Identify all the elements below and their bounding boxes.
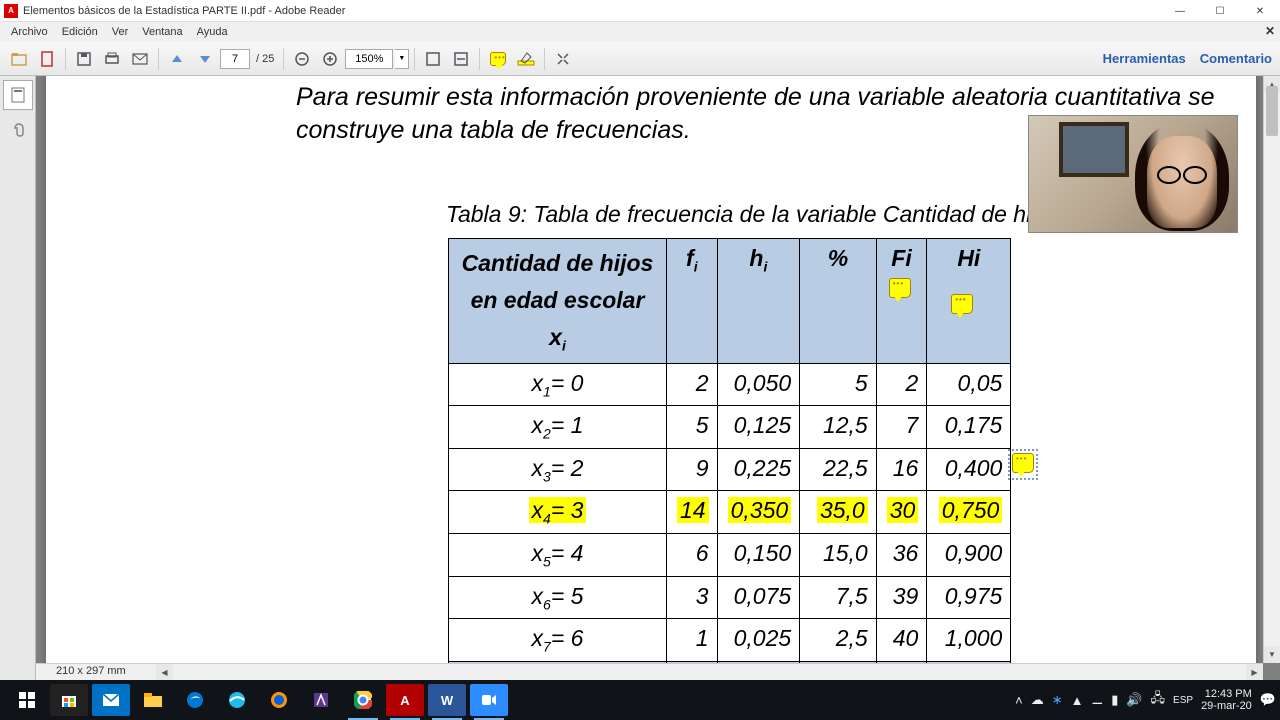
- tray-up-icon[interactable]: ˄: [1015, 693, 1023, 708]
- zoom-level[interactable]: 150%: [345, 49, 393, 69]
- page-dimensions: 210 x 297 mm: [56, 665, 126, 677]
- fit-width-icon[interactable]: [448, 46, 474, 72]
- vertical-scrollbar[interactable]: ▲ ▼: [1263, 76, 1280, 663]
- explorer-icon[interactable]: [134, 684, 172, 716]
- margin-sticky-note[interactable]: [1008, 449, 1038, 480]
- header-Hi: Hi: [927, 239, 1011, 364]
- table-row: x6= 530,0757,5390,975: [449, 576, 1011, 619]
- table-row: x1= 020,050520,05: [449, 363, 1011, 406]
- chrome-icon[interactable]: [344, 684, 382, 716]
- export-pdf-icon[interactable]: [34, 46, 60, 72]
- page-up-icon[interactable]: [164, 46, 190, 72]
- horizontal-scrollbar[interactable]: 210 x 297 mm ◀ ▶: [36, 663, 1263, 680]
- windows-taskbar: A W ˄ ☁ ∗ ▲ ⚊ ▮ 🔊 🖧 ESP 12:43 PM 29-mar-…: [0, 680, 1280, 720]
- volume-icon[interactable]: 🔊: [1126, 692, 1142, 708]
- attachments-icon[interactable]: [3, 114, 33, 144]
- header-xi: Cantidad de hijos en edad escolar xi: [449, 239, 667, 364]
- system-tray: ˄ ☁ ∗ ▲ ⚊ ▮ 🔊 🖧 ESP 12:43 PM 29-mar-20 💬: [1015, 688, 1276, 712]
- window-title: Elementos básicos de la Estadística PART…: [23, 5, 345, 17]
- zoom-in-icon[interactable]: [317, 46, 343, 72]
- open-icon[interactable]: [6, 46, 32, 72]
- fit-window-icon[interactable]: [420, 46, 446, 72]
- maximize-button[interactable]: ☐: [1200, 0, 1240, 22]
- email-icon[interactable]: [127, 46, 153, 72]
- menu-ayuda[interactable]: Ayuda: [190, 24, 235, 40]
- menu-ver[interactable]: Ver: [105, 24, 136, 40]
- network-icon[interactable]: 🖧: [1151, 689, 1166, 711]
- menu-bar: Archivo Edición Ver Ventana Ayuda ✕: [0, 22, 1280, 42]
- mail-icon[interactable]: [92, 684, 130, 716]
- language-indicator[interactable]: ESP: [1173, 695, 1193, 706]
- save-icon[interactable]: [71, 46, 97, 72]
- firefox-icon[interactable]: [260, 684, 298, 716]
- zoom-dropdown-icon[interactable]: ▼: [395, 49, 409, 69]
- toolbar-separator: [283, 48, 284, 70]
- header-pct: %: [800, 239, 877, 364]
- pdf-page: Para resumir esta información provenient…: [46, 76, 1256, 680]
- menu-edicion[interactable]: Edición: [55, 24, 105, 40]
- comment-link[interactable]: Comentario: [1200, 51, 1272, 66]
- page-number-input[interactable]: [220, 49, 250, 69]
- table-row: x4= 3140,35035,0300,750: [449, 491, 1011, 534]
- store-icon[interactable]: [50, 684, 88, 716]
- highlight-icon[interactable]: [513, 46, 539, 72]
- onedrive-icon[interactable]: ☁: [1031, 692, 1044, 708]
- window-controls: — ☐ ✕: [1160, 0, 1280, 22]
- toolbar-separator: [65, 48, 66, 70]
- table-row: x2= 150,12512,570,175: [449, 406, 1011, 449]
- sticky-note-icon[interactable]: [951, 294, 973, 314]
- table-row: x7= 610,0252,5401,000: [449, 619, 1011, 662]
- minimize-button[interactable]: —: [1160, 0, 1200, 22]
- comment-icon[interactable]: [485, 46, 511, 72]
- close-doc-button[interactable]: ✕: [1265, 24, 1275, 38]
- toolbar: / 25 150% ▼ Herramientas Comentario: [0, 42, 1280, 76]
- read-mode-icon[interactable]: [550, 46, 576, 72]
- zoom-out-icon[interactable]: [289, 46, 315, 72]
- battery-icon[interactable]: ▮: [1111, 692, 1118, 708]
- header-fi: fi: [667, 239, 718, 364]
- security-icon[interactable]: ▲: [1071, 693, 1084, 708]
- zoom-app-icon[interactable]: [470, 684, 508, 716]
- header-hi: hi: [717, 239, 800, 364]
- menu-ventana[interactable]: Ventana: [135, 24, 189, 40]
- window-titlebar: A Elementos básicos de la Estadística PA…: [0, 0, 1280, 22]
- toolbar-separator: [414, 48, 415, 70]
- thumbnails-icon[interactable]: [3, 80, 33, 110]
- document-area: Para resumir esta información provenient…: [36, 76, 1280, 680]
- right-tool-links: Herramientas Comentario: [1103, 51, 1272, 66]
- adobe-reader-taskbar-icon[interactable]: A: [386, 684, 424, 716]
- start-button[interactable]: [8, 684, 46, 716]
- frequency-table: Cantidad de hijos en edad escolar xi fi …: [448, 238, 1011, 680]
- page-down-icon[interactable]: [192, 46, 218, 72]
- ie-icon[interactable]: [218, 684, 256, 716]
- wifi-icon[interactable]: ⚊: [1092, 692, 1104, 708]
- webcam-overlay: [1028, 115, 1238, 233]
- print-icon[interactable]: [99, 46, 125, 72]
- menu-archivo[interactable]: Archivo: [4, 24, 55, 40]
- toolbar-separator: [158, 48, 159, 70]
- table-row: x5= 460,15015,0360,900: [449, 533, 1011, 576]
- side-panel: [0, 76, 36, 680]
- edge-icon[interactable]: [176, 684, 214, 716]
- page-total-label: / 25: [256, 53, 274, 65]
- app-icon[interactable]: [302, 684, 340, 716]
- bluetooth-icon[interactable]: ∗: [1052, 692, 1063, 708]
- header-Fi: Fi: [876, 239, 927, 364]
- toolbar-separator: [479, 48, 480, 70]
- tools-link[interactable]: Herramientas: [1103, 51, 1186, 66]
- notifications-icon[interactable]: 💬: [1260, 692, 1276, 708]
- word-icon[interactable]: W: [428, 684, 466, 716]
- table-row: x3= 290,22522,5160,400: [449, 448, 1011, 491]
- sticky-note-icon[interactable]: [889, 278, 911, 298]
- close-button[interactable]: ✕: [1240, 0, 1280, 22]
- toolbar-separator: [544, 48, 545, 70]
- adobe-reader-icon: A: [4, 4, 18, 18]
- clock[interactable]: 12:43 PM 29-mar-20: [1201, 688, 1252, 712]
